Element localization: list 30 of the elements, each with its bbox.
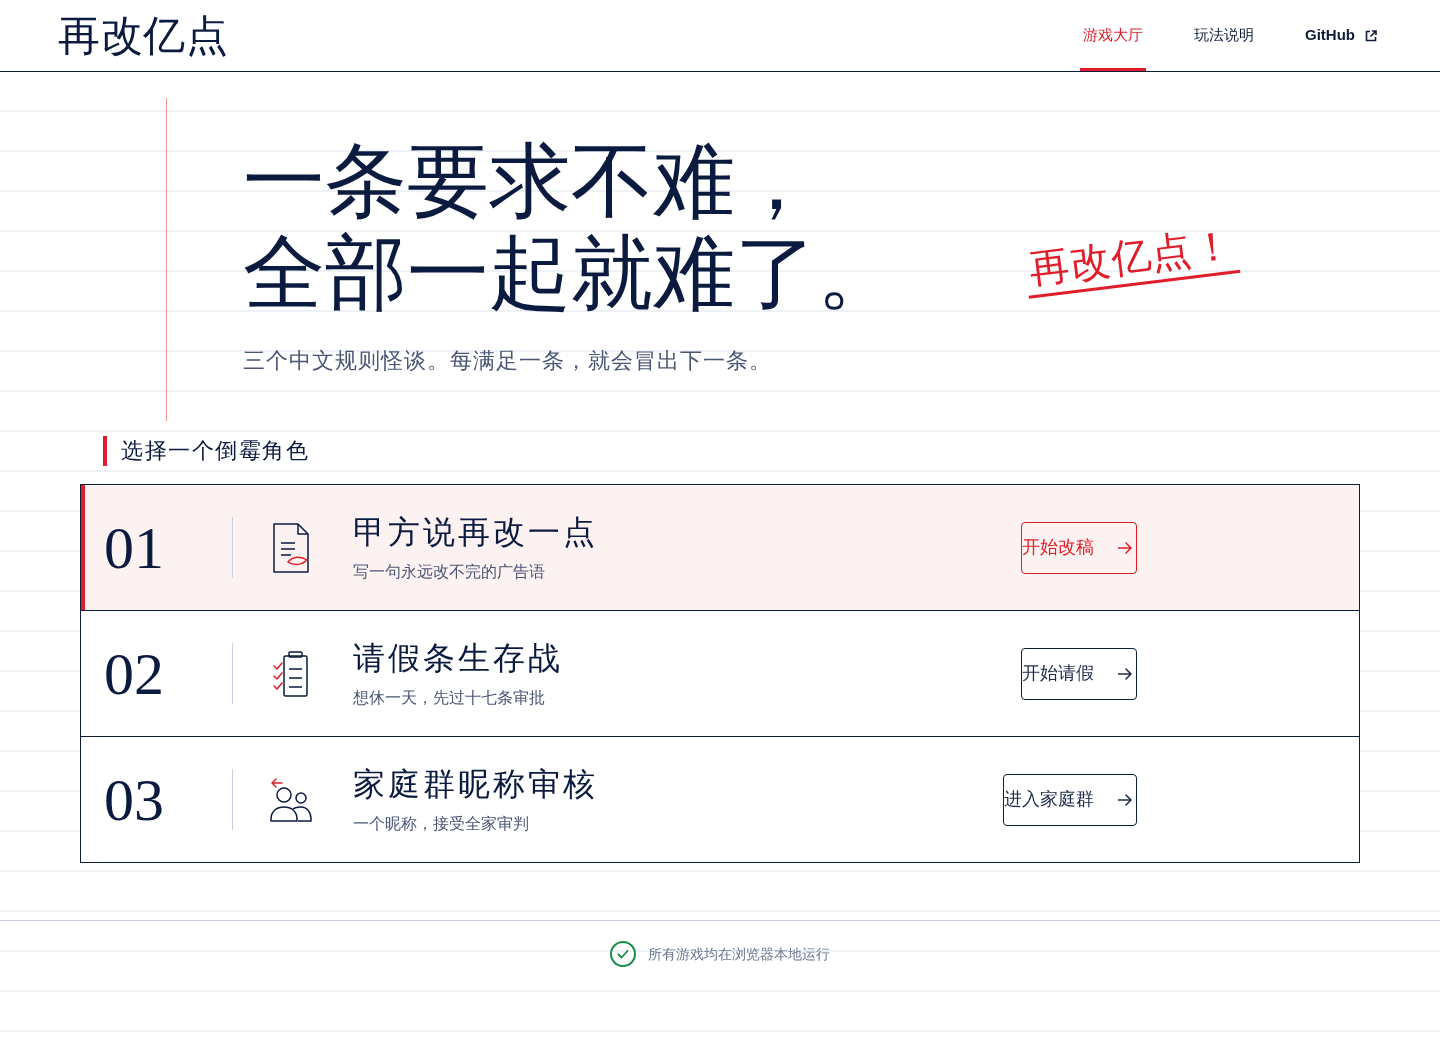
game-title: 请假条生存战 xyxy=(353,638,564,678)
action-button[interactable]: 开始改稿 xyxy=(1021,521,1137,574)
game-description: 一个昵称，接受全家审判 xyxy=(353,813,530,834)
action-button[interactable]: 开始请假 xyxy=(1021,647,1137,700)
nav-tab[interactable]: 玩法说明 xyxy=(1191,0,1257,71)
site-logo[interactable]: 再改亿点 xyxy=(58,14,228,57)
check-circle-icon xyxy=(610,941,636,967)
external-link-icon xyxy=(1365,29,1377,42)
people-icon xyxy=(270,777,312,822)
action-button[interactable]: 进入家庭群 xyxy=(1003,773,1137,826)
stamp-text: 再改亿点！ xyxy=(1022,220,1241,299)
game-title: 甲方说再改一点 xyxy=(353,512,599,552)
section-heading: 选择一个倒霉角色 xyxy=(103,436,309,466)
arrow-right-icon xyxy=(1118,541,1132,554)
game-row[interactable]: 01 甲方说再改一点 写一句永远改不完的广告语 开始改稿 xyxy=(81,485,1359,610)
hero-subtitle: 三个中文规则怪谈。每满足一条，就会冒出下一条。 xyxy=(243,347,773,375)
game-number: 02 xyxy=(104,643,165,704)
clipboard-checklist-icon xyxy=(273,650,309,697)
nav-tab[interactable]: 游戏大厅 xyxy=(1080,0,1146,71)
game-description: 写一句永远改不完的广告语 xyxy=(353,561,546,582)
game-number: 01 xyxy=(104,517,165,578)
footer-note: 所有游戏均在浏览器本地运行 xyxy=(648,945,830,964)
game-description: 想休一天，先过十七条审批 xyxy=(353,687,546,708)
game-title: 家庭群昵称审核 xyxy=(353,764,599,804)
github-link[interactable]: GitHub xyxy=(1302,0,1380,71)
document-icon xyxy=(273,522,309,573)
arrow-right-icon xyxy=(1118,667,1132,680)
game-number: 03 xyxy=(104,769,165,830)
hero-title: 一条要求不难， 全部一起就难了。 xyxy=(243,135,900,319)
arrow-right-icon xyxy=(1118,793,1132,806)
